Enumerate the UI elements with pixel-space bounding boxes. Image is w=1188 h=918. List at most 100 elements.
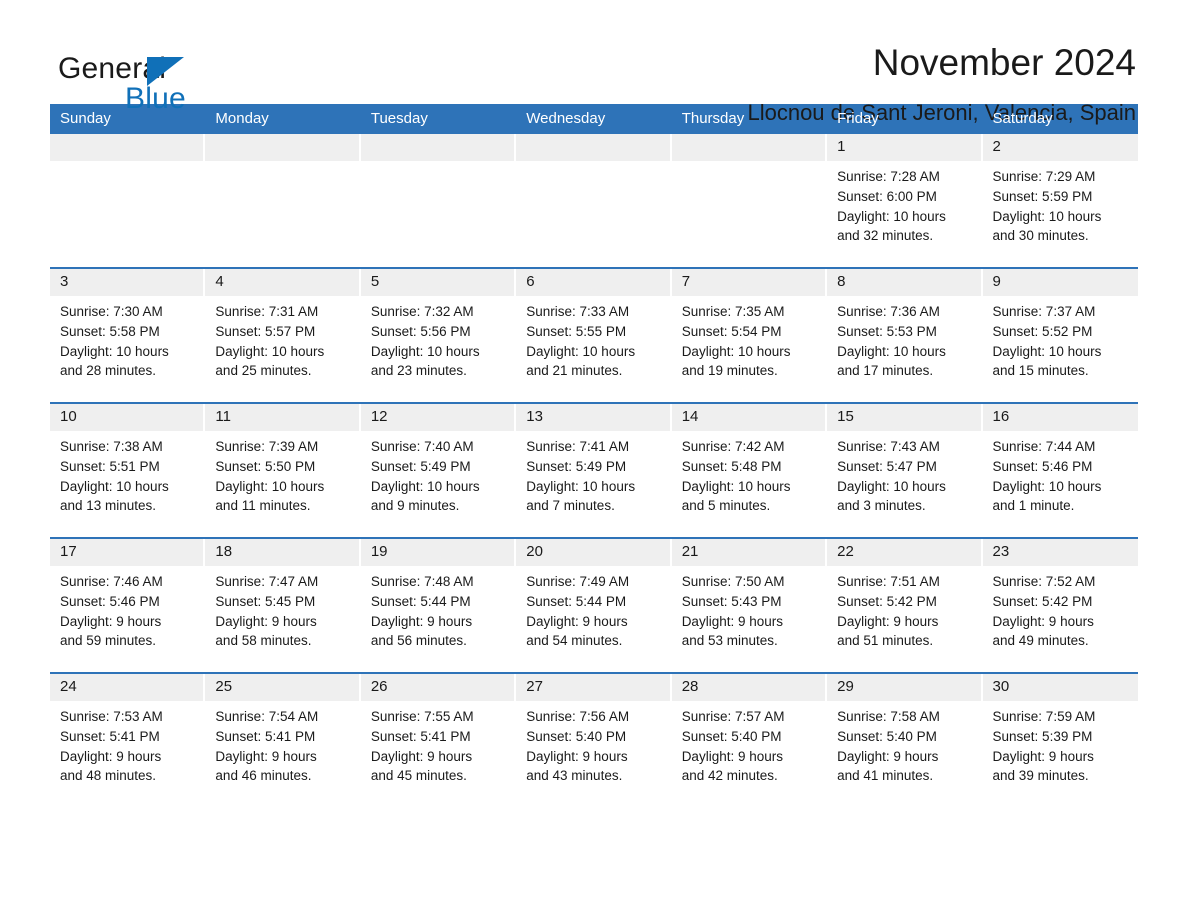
daylight-duration-line1: Daylight: 9 hours <box>370 613 473 629</box>
day-number: 29 <box>827 674 983 701</box>
day-details: Sunrise: 7:30 AM Sunset: 5:58 PM Daylight:… <box>50 296 205 381</box>
sunrise-time: Sunrise: 7:32 AM <box>370 304 474 319</box>
calendar-day-cell[interactable]: 4 Sunrise: 7:31 AM Sunset: 5:57 PM Daylight… <box>205 267 361 403</box>
brand-logo[interactable]: General Blue <box>50 44 250 114</box>
calendar-week-row: 3 Sunrise: 7:30 AM Sunset: 5:58 PM Daylight… <box>50 267 1138 403</box>
calendar-day-cell[interactable]: 20 Sunrise: 7:49 AM Sunset: 5:44 PM Dayligh… <box>516 537 672 673</box>
calendar-day-cell[interactable]: 18 Sunrise: 7:47 AM Sunset: 5:45 PM Dayligh… <box>205 537 361 673</box>
calendar-day-cell[interactable]: 15 Sunrise: 7:43 AM Sunset: 5:47 PM Dayligh… <box>827 402 983 538</box>
calendar-day-cell[interactable]: 30 Sunrise: 7:59 AM Sunset: 5:39 PM Dayligh… <box>982 672 1138 807</box>
calendar-week-row: 17 Sunrise: 7:46 AM Sunset: 5:46 PM Dayligh… <box>50 537 1138 673</box>
calendar-day-cell[interactable] <box>50 134 206 268</box>
calendar-day-cell[interactable]: 21 Sunrise: 7:50 AM Sunset: 5:43 PM Dayligh… <box>671 537 828 673</box>
calendar-week-row: 10 Sunrise: 7:38 AM Sunset: 5:51 PM Dayligh… <box>50 402 1138 538</box>
sunset-time: Sunset: 5:56 PM <box>370 323 471 339</box>
daylight-duration-line1: Daylight: 10 hours <box>992 343 1102 359</box>
daylight-duration-line1: Daylight: 10 hours <box>215 478 325 494</box>
sunrise-time: Sunrise: 7:40 AM <box>370 439 474 454</box>
calendar-day-cell[interactable]: 25 Sunrise: 7:54 AM Sunset: 5:41 PM Dayligh… <box>205 672 361 807</box>
sunrise-time: Sunrise: 7:36 AM <box>837 304 940 319</box>
daylight-duration-line2: and 25 minutes. <box>215 363 312 379</box>
sunset-time: Sunset: 5:44 PM <box>370 593 471 609</box>
calendar-day-cell[interactable]: 1 Sunrise: 7:28 AM Sunset: 6:00 PM Daylight… <box>827 134 983 268</box>
daylight-duration-line2: and 45 minutes. <box>370 768 467 784</box>
daylight-duration-line2: and 48 minutes. <box>60 768 157 784</box>
sunset-time: Sunset: 5:45 PM <box>215 593 316 609</box>
daylight-duration-line2: and 49 minutes. <box>992 633 1089 649</box>
calendar-day-cell[interactable]: 6 Sunrise: 7:33 AM Sunset: 5:55 PM Daylight… <box>516 267 672 403</box>
calendar-day-cell[interactable]: 19 Sunrise: 7:48 AM Sunset: 5:44 PM Dayligh… <box>360 537 517 673</box>
day-number <box>205 134 361 161</box>
day-details: Sunrise: 7:40 AM Sunset: 5:49 PM Daylight:… <box>361 431 516 516</box>
sunrise-time: Sunrise: 7:29 AM <box>992 169 1096 184</box>
calendar-day-cell[interactable]: 16 Sunrise: 7:44 AM Sunset: 5:46 PM Dayligh… <box>982 402 1138 538</box>
day-number: 2 <box>982 134 1138 161</box>
daylight-duration-line2: and 19 minutes. <box>681 363 778 379</box>
sunrise-time: Sunrise: 7:30 AM <box>60 304 163 319</box>
calendar-day-cell[interactable] <box>360 134 517 268</box>
daylight-duration-line2: and 59 minutes. <box>60 633 157 649</box>
day-number: 5 <box>360 269 517 296</box>
calendar-day-cell[interactable]: 10 Sunrise: 7:38 AM Sunset: 5:51 PM Dayligh… <box>50 402 206 538</box>
day-number: 21 <box>671 539 828 566</box>
day-number: 10 <box>50 404 206 431</box>
sunset-time: Sunset: 5:52 PM <box>992 323 1093 339</box>
day-number: 24 <box>50 674 206 701</box>
daylight-duration-line1: Daylight: 9 hours <box>992 748 1094 764</box>
day-number <box>516 134 672 161</box>
daylight-duration-line1: Daylight: 10 hours <box>60 478 169 494</box>
day-details: Sunrise: 7:57 AM Sunset: 5:40 PM Daylight:… <box>672 701 827 786</box>
calendar-day-cell[interactable]: 5 Sunrise: 7:32 AM Sunset: 5:56 PM Daylight… <box>360 267 517 403</box>
day-details: Sunrise: 7:56 AM Sunset: 5:40 PM Daylight:… <box>516 701 671 786</box>
sunrise-time: Sunrise: 7:31 AM <box>215 304 319 319</box>
calendar-day-cell[interactable]: 27 Sunrise: 7:56 AM Sunset: 5:40 PM Dayligh… <box>516 672 672 807</box>
calendar-day-cell[interactable]: 23 Sunrise: 7:52 AM Sunset: 5:42 PM Dayligh… <box>982 537 1138 673</box>
calendar-day-cell[interactable]: 22 Sunrise: 7:51 AM Sunset: 5:42 PM Dayligh… <box>827 537 983 673</box>
sunrise-time: Sunrise: 7:42 AM <box>681 439 785 454</box>
calendar-day-cell[interactable]: 14 Sunrise: 7:42 AM Sunset: 5:48 PM Dayligh… <box>671 402 828 538</box>
location-subtitle: Llocnou de Sant Jeroni, Valencia, Spain <box>747 99 1136 125</box>
calendar-day-cell[interactable]: 7 Sunrise: 7:35 AM Sunset: 5:54 PM Daylight… <box>671 267 828 403</box>
calendar-day-cell[interactable]: 12 Sunrise: 7:40 AM Sunset: 5:49 PM Dayligh… <box>360 402 517 538</box>
day-details: Sunrise: 7:35 AM Sunset: 5:54 PM Daylight:… <box>672 296 827 381</box>
daylight-duration-line1: Daylight: 9 hours <box>681 613 783 629</box>
calendar-day-cell[interactable]: 26 Sunrise: 7:55 AM Sunset: 5:41 PM Dayligh… <box>360 672 517 807</box>
calendar-day-cell[interactable]: 8 Sunrise: 7:36 AM Sunset: 5:53 PM Daylight… <box>827 267 983 403</box>
calendar-day-cell[interactable]: 2 Sunrise: 7:29 AM Sunset: 5:59 PM Daylight… <box>982 134 1138 268</box>
sunrise-time: Sunrise: 7:57 AM <box>681 709 785 724</box>
calendar-day-cell[interactable] <box>205 134 361 268</box>
sunrise-time: Sunrise: 7:55 AM <box>370 709 474 724</box>
sunrise-time: Sunrise: 7:39 AM <box>215 439 319 454</box>
calendar-day-cell[interactable]: 24 Sunrise: 7:53 AM Sunset: 5:41 PM Dayligh… <box>50 672 206 807</box>
calendar-day-cell[interactable]: 28 Sunrise: 7:57 AM Sunset: 5:40 PM Dayligh… <box>671 672 828 807</box>
sunset-time: Sunset: 5:39 PM <box>992 728 1093 744</box>
day-details: Sunrise: 7:48 AM Sunset: 5:44 PM Daylight:… <box>361 566 516 651</box>
day-details: Sunrise: 7:55 AM Sunset: 5:41 PM Daylight:… <box>361 701 516 786</box>
day-number: 4 <box>205 269 361 296</box>
title-block: November 2024 Llocnou de Sant Jeroni, Va… <box>747 43 1138 126</box>
calendar-day-cell[interactable]: 3 Sunrise: 7:30 AM Sunset: 5:58 PM Daylight… <box>50 267 206 403</box>
day-details: Sunrise: 7:29 AM Sunset: 5:59 PM Daylight:… <box>983 161 1138 246</box>
calendar-day-cell[interactable]: 29 Sunrise: 7:58 AM Sunset: 5:40 PM Dayligh… <box>827 672 983 807</box>
day-number: 22 <box>827 539 983 566</box>
daylight-duration-line1: Daylight: 10 hours <box>837 343 946 359</box>
sunset-time: Sunset: 5:40 PM <box>837 728 937 744</box>
calendar-day-cell[interactable] <box>671 134 828 268</box>
calendar-day-cell[interactable]: 11 Sunrise: 7:39 AM Sunset: 5:50 PM Dayligh… <box>205 402 361 538</box>
sunset-time: Sunset: 5:57 PM <box>215 323 316 339</box>
calendar-day-cell[interactable] <box>516 134 672 268</box>
calendar-day-cell[interactable]: 13 Sunrise: 7:41 AM Sunset: 5:49 PM Dayligh… <box>516 402 672 538</box>
day-details: Sunrise: 7:43 AM Sunset: 5:47 PM Daylight:… <box>827 431 982 516</box>
calendar-day-cell[interactable]: 9 Sunrise: 7:37 AM Sunset: 5:52 PM Daylight… <box>982 267 1138 403</box>
day-details: Sunrise: 7:33 AM Sunset: 5:55 PM Daylight:… <box>516 296 671 381</box>
sunrise-time: Sunrise: 7:41 AM <box>526 439 630 454</box>
sunrise-time: Sunrise: 7:28 AM <box>837 169 940 184</box>
day-number: 12 <box>360 404 517 431</box>
sunset-time: Sunset: 5:46 PM <box>992 458 1093 474</box>
calendar-week-row: 24 Sunrise: 7:53 AM Sunset: 5:41 PM Dayligh… <box>50 672 1138 807</box>
calendar-day-cell[interactable]: 17 Sunrise: 7:46 AM Sunset: 5:46 PM Dayligh… <box>50 537 206 673</box>
sunset-time: Sunset: 6:00 PM <box>837 188 937 204</box>
sunrise-time: Sunrise: 7:53 AM <box>60 709 163 724</box>
day-details: Sunrise: 7:42 AM Sunset: 5:48 PM Daylight:… <box>672 431 827 516</box>
daylight-duration-line1: Daylight: 10 hours <box>837 478 946 494</box>
